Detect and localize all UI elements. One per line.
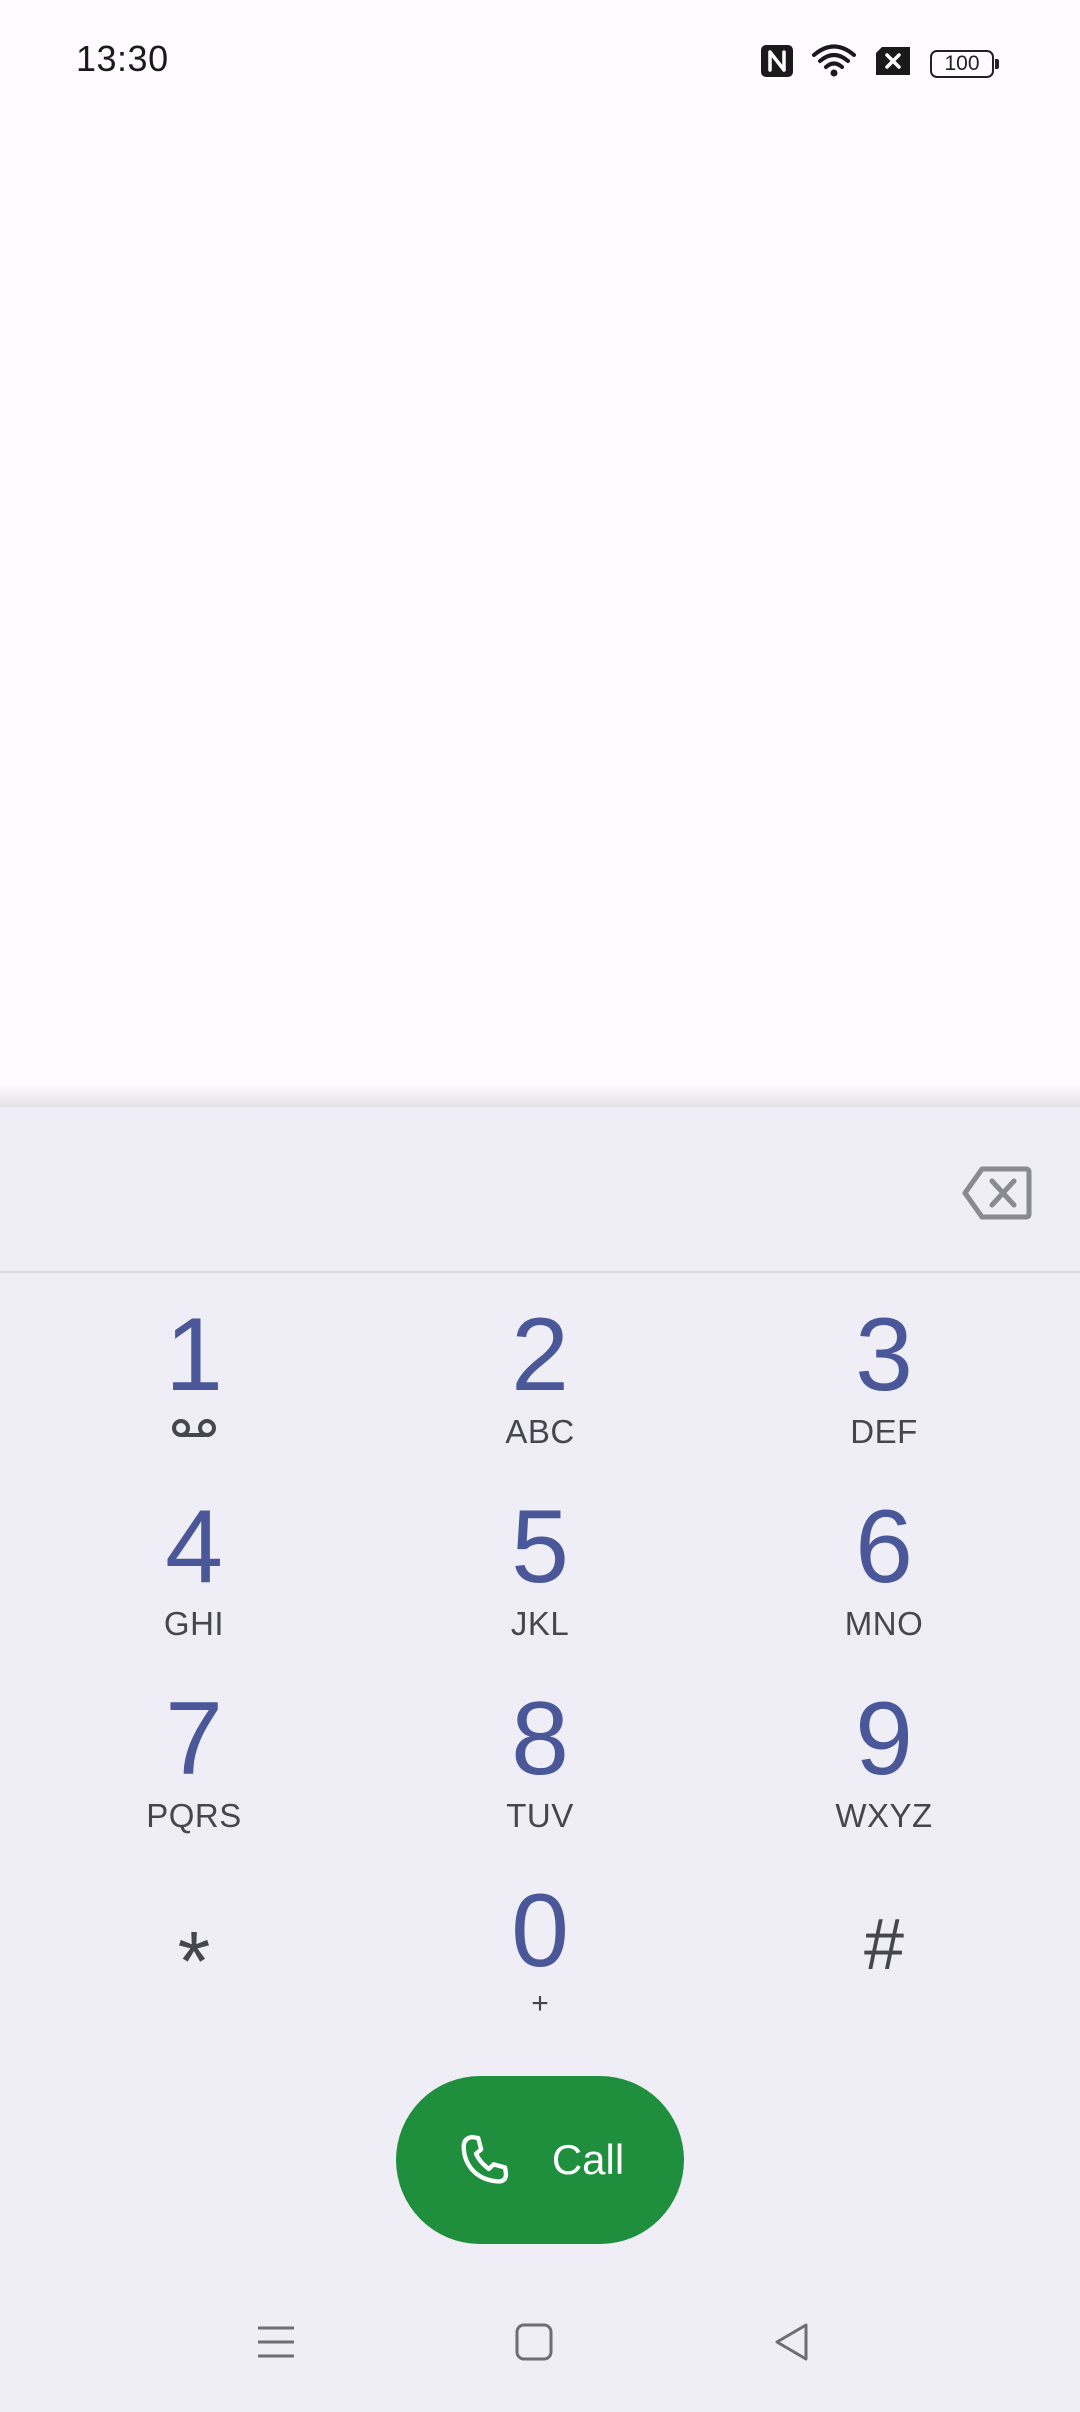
key-digit: # [863,1905,905,1985]
key-letters: TUV [506,1797,574,1834]
panel-shadow [0,1085,1080,1107]
status-time: 13:30 [76,38,169,79]
voicemail-icon [171,1417,217,1444]
dial-key-7[interactable]: 7 PQRS [44,1657,344,1837]
key-digit: 9 [855,1681,913,1797]
dial-key-0[interactable]: 0 + [390,1849,690,2029]
back-triangle-icon [775,2323,808,2361]
phone-icon [461,2134,509,2184]
menu-icon [258,2326,294,2358]
recents-button[interactable] [246,2312,306,2372]
key-digit: 2 [511,1297,569,1413]
key-digit: 6 [855,1489,913,1605]
key-digit: 7 [165,1681,223,1797]
key-digit: 0 [511,1873,569,1989]
dial-key-1[interactable]: 1 [44,1273,344,1453]
key-letters: MNO [844,1605,924,1642]
key-digit: 8 [511,1681,569,1797]
key-letters: PQRS [146,1797,242,1834]
battery-level: 100 [944,51,980,75]
dial-key-2[interactable]: 2 ABC [390,1273,690,1453]
key-digit: 3 [855,1297,913,1413]
no-sim-icon [874,46,912,81]
call-label: Call [551,2136,625,2183]
key-letters: GHI [163,1605,225,1642]
key-letters: JKL [510,1605,570,1642]
status-icons: 100 [760,44,999,83]
key-letters: DEF [850,1413,918,1450]
home-button[interactable] [504,2312,564,2372]
dialed-number[interactable] [60,1157,900,1227]
call-button[interactable]: Call [396,2076,684,2244]
dial-key-star[interactable]: * [44,1849,344,2029]
dial-key-8[interactable]: 8 TUV [390,1657,690,1837]
key-letters: ABC [505,1413,575,1450]
dial-key-6[interactable]: 6 MNO [734,1465,1034,1645]
key-digit: 5 [511,1489,569,1605]
backspace-icon [962,1166,1032,1220]
home-square-icon [515,2323,553,2361]
backspace-button[interactable] [962,1165,1032,1221]
key-letters: WXYZ [835,1797,933,1834]
dialpad-panel: 1 2 ABC 3 DEF 4 GHI 5 JKL 6 MNO 7 PQRS 8… [0,1107,1080,2412]
status-bar: 13:30 100 [0,0,1080,125]
key-letters: + [531,1987,549,2020]
key-digit: 1 [165,1297,223,1413]
key-digit: 4 [165,1489,223,1605]
wifi-icon [812,44,856,83]
dial-key-5[interactable]: 5 JKL [390,1465,690,1645]
nfc-icon [760,44,794,83]
dialer-top-area [0,125,1080,1085]
dial-key-3[interactable]: 3 DEF [734,1273,1034,1453]
dial-key-9[interactable]: 9 WXYZ [734,1657,1034,1837]
back-button[interactable] [762,2312,822,2372]
battery-icon: 100 [930,49,999,78]
dial-key-hash[interactable]: # [734,1849,1034,2029]
dial-key-4[interactable]: 4 GHI [44,1465,344,1645]
navigation-bar [0,2272,1080,2412]
number-display [0,1107,1080,1273]
key-digit: * [177,1914,211,2008]
